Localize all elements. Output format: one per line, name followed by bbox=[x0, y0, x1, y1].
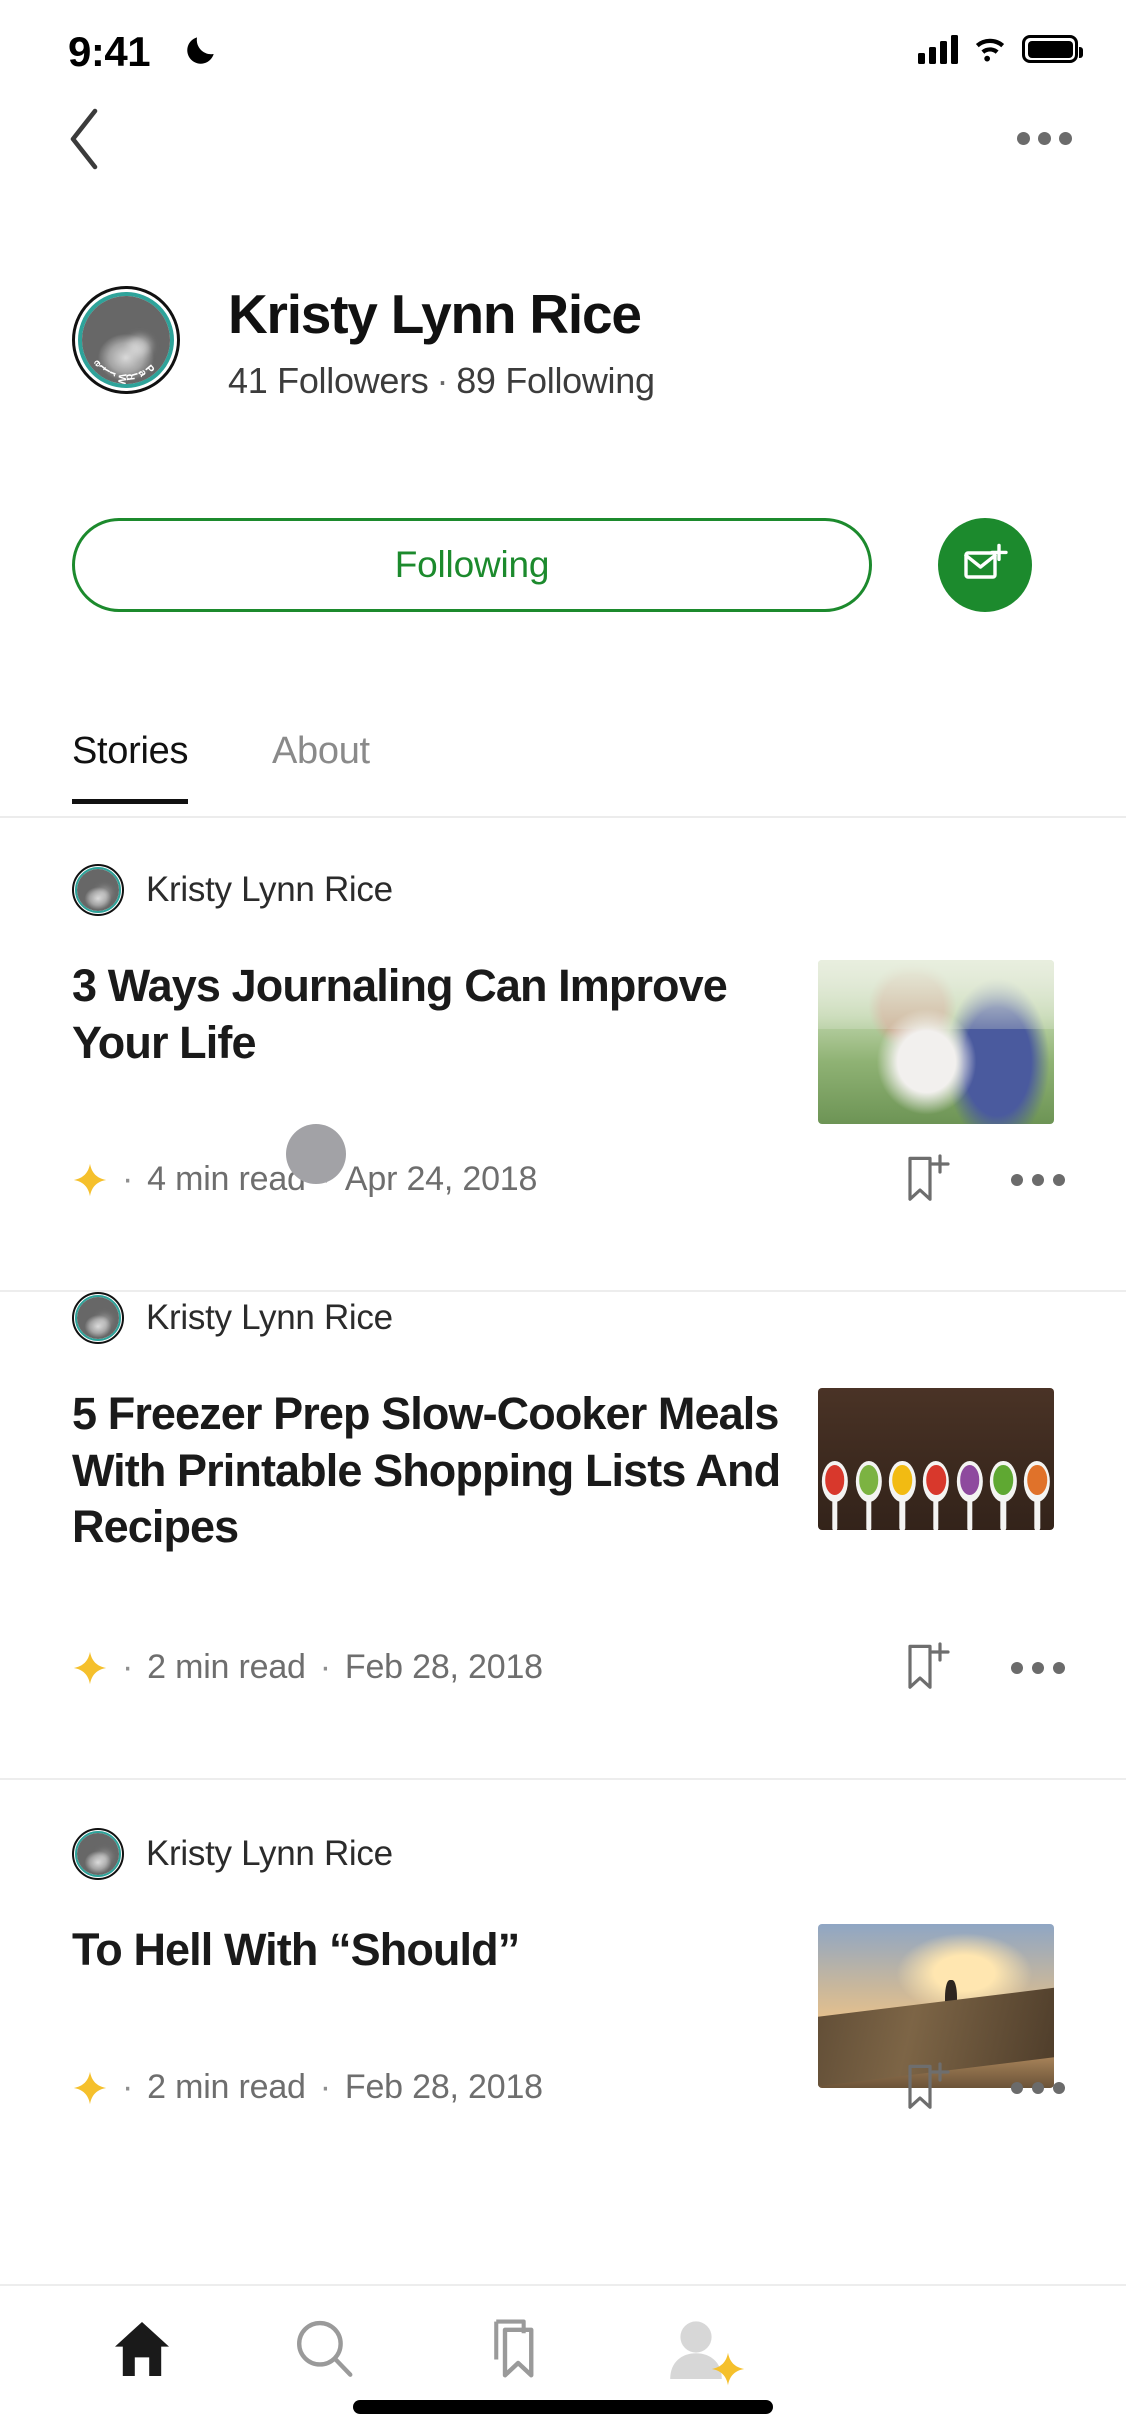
story-actions bbox=[898, 1152, 1066, 1208]
moon-icon bbox=[187, 37, 214, 64]
bookmark-button[interactable] bbox=[898, 1640, 954, 1696]
avatar[interactable]: P a i d W r i t e bbox=[72, 286, 180, 394]
envelope-plus-icon bbox=[964, 543, 1008, 579]
meta-separator-1: · bbox=[122, 2068, 134, 2106]
story-title[interactable]: 5 Freezer Prep Slow-Cooker Meals With Pr… bbox=[72, 1386, 792, 1556]
star-icon bbox=[73, 1651, 107, 1684]
search-icon bbox=[297, 2320, 353, 2377]
touch-indicator bbox=[286, 1124, 346, 1184]
search-tab[interactable] bbox=[264, 2306, 384, 2392]
story-author[interactable]: Kristy Lynn Rice bbox=[72, 864, 393, 916]
profile-tab[interactable] bbox=[636, 2306, 756, 2392]
star-icon bbox=[73, 1163, 107, 1196]
avatar-ring-text: P a i d W r i t e bbox=[90, 357, 158, 386]
story-card[interactable]: Kristy Lynn Rice 5 Freezer Prep Slow-Coo… bbox=[0, 1292, 1126, 1780]
story-card[interactable]: Kristy Lynn Rice 3 Ways Journaling Can I… bbox=[0, 864, 1126, 1292]
followers-count[interactable]: 41 Followers bbox=[228, 360, 429, 401]
star-icon bbox=[73, 2071, 107, 2104]
story-author[interactable]: Kristy Lynn Rice bbox=[72, 1292, 393, 1344]
more-horizontal-icon bbox=[1016, 131, 1030, 145]
author-name: Kristy Lynn Rice bbox=[146, 1298, 393, 1337]
meta-separator-1: · bbox=[122, 1648, 134, 1686]
story-thumbnail[interactable] bbox=[818, 1388, 1054, 1530]
story-actions bbox=[898, 2060, 1066, 2116]
author-avatar bbox=[72, 1292, 124, 1344]
home-tab[interactable] bbox=[82, 2306, 202, 2392]
author-name: Kristy Lynn Rice bbox=[146, 870, 393, 909]
bookmark-icon bbox=[494, 2319, 534, 2378]
story-meta: · 2 min read · Feb 28, 2018 bbox=[72, 2068, 543, 2107]
following-count[interactable]: 89 Following bbox=[456, 360, 655, 401]
status-bar: 9:41 bbox=[0, 0, 1126, 92]
battery-full-icon bbox=[1022, 35, 1083, 63]
meta-separator-1: · bbox=[122, 1160, 134, 1198]
read-time: 2 min read bbox=[147, 2068, 306, 2106]
tabs-divider bbox=[0, 816, 1126, 818]
bookmark-plus-icon bbox=[908, 2062, 950, 2109]
stats-separator: · bbox=[436, 360, 449, 401]
status-bar-indicators bbox=[918, 34, 1083, 64]
story-actions bbox=[898, 1640, 1066, 1696]
profile-actions: Following bbox=[0, 518, 1126, 618]
bookmarks-tab[interactable] bbox=[452, 2306, 572, 2392]
profile-more-options-button[interactable] bbox=[1004, 110, 1084, 166]
star-icon bbox=[711, 2352, 745, 2386]
back-button[interactable] bbox=[50, 104, 120, 174]
author-avatar bbox=[72, 864, 124, 916]
read-time: 4 min read bbox=[147, 1160, 306, 1198]
meta-separator-2: · bbox=[319, 1648, 331, 1686]
publish-date: Feb 28, 2018 bbox=[344, 2068, 543, 2106]
cellular-signal-icon bbox=[918, 34, 958, 64]
person-icon bbox=[660, 2313, 745, 2386]
home-indicator bbox=[353, 2400, 773, 2414]
read-time: 2 min read bbox=[147, 1648, 306, 1686]
profile-stats: 41 Followers · 89 Following bbox=[228, 360, 655, 402]
avatar-image: P a i d W r i t e bbox=[78, 292, 174, 388]
story-thumbnail[interactable] bbox=[818, 960, 1054, 1124]
bookmark-plus-icon bbox=[908, 1642, 950, 1689]
bookmark-plus-icon bbox=[908, 1154, 950, 1201]
story-more-options-button[interactable] bbox=[1010, 1152, 1066, 1208]
meta-separator-2: · bbox=[319, 2068, 331, 2106]
story-meta: · 2 min read · Feb 28, 2018 bbox=[72, 1648, 543, 1687]
publish-date: Apr 24, 2018 bbox=[344, 1160, 538, 1198]
author-name: Kristy Lynn Rice bbox=[146, 1834, 393, 1873]
story-card[interactable]: Kristy Lynn Rice To Hell With “Should” ·… bbox=[0, 1780, 1126, 2260]
bookmark-button[interactable] bbox=[898, 1152, 954, 1208]
home-icon bbox=[115, 2322, 169, 2376]
following-button-label: Following bbox=[394, 544, 550, 585]
tab-stories[interactable]: Stories bbox=[72, 730, 188, 804]
tab-about[interactable]: About bbox=[272, 730, 370, 799]
send-message-button[interactable] bbox=[938, 518, 1032, 612]
more-horizontal-icon bbox=[1011, 2082, 1065, 2094]
bookmark-button[interactable] bbox=[898, 2060, 954, 2116]
status-bar-time: 9:41 bbox=[68, 28, 151, 75]
story-more-options-button[interactable] bbox=[1010, 1640, 1066, 1696]
story-more-options-button[interactable] bbox=[1010, 2060, 1066, 2116]
following-button[interactable]: Following bbox=[72, 518, 872, 612]
more-horizontal-icon bbox=[1011, 1662, 1065, 1674]
story-author[interactable]: Kristy Lynn Rice bbox=[72, 1828, 393, 1880]
navigation-bar bbox=[0, 92, 1126, 182]
wifi-icon bbox=[975, 38, 1005, 62]
author-avatar bbox=[72, 1828, 124, 1880]
story-title[interactable]: To Hell With “Should” bbox=[72, 1922, 812, 1979]
story-title[interactable]: 3 Ways Journaling Can Improve Your Life bbox=[72, 958, 812, 1071]
chevron-left-icon bbox=[70, 108, 98, 170]
page-title: Kristy Lynn Rice bbox=[228, 283, 642, 345]
more-horizontal-icon bbox=[1011, 1174, 1065, 1186]
publish-date: Feb 28, 2018 bbox=[344, 1648, 543, 1686]
profile-tabs: Stories About bbox=[0, 722, 1126, 818]
bottom-tab-bar bbox=[0, 2284, 1126, 2436]
